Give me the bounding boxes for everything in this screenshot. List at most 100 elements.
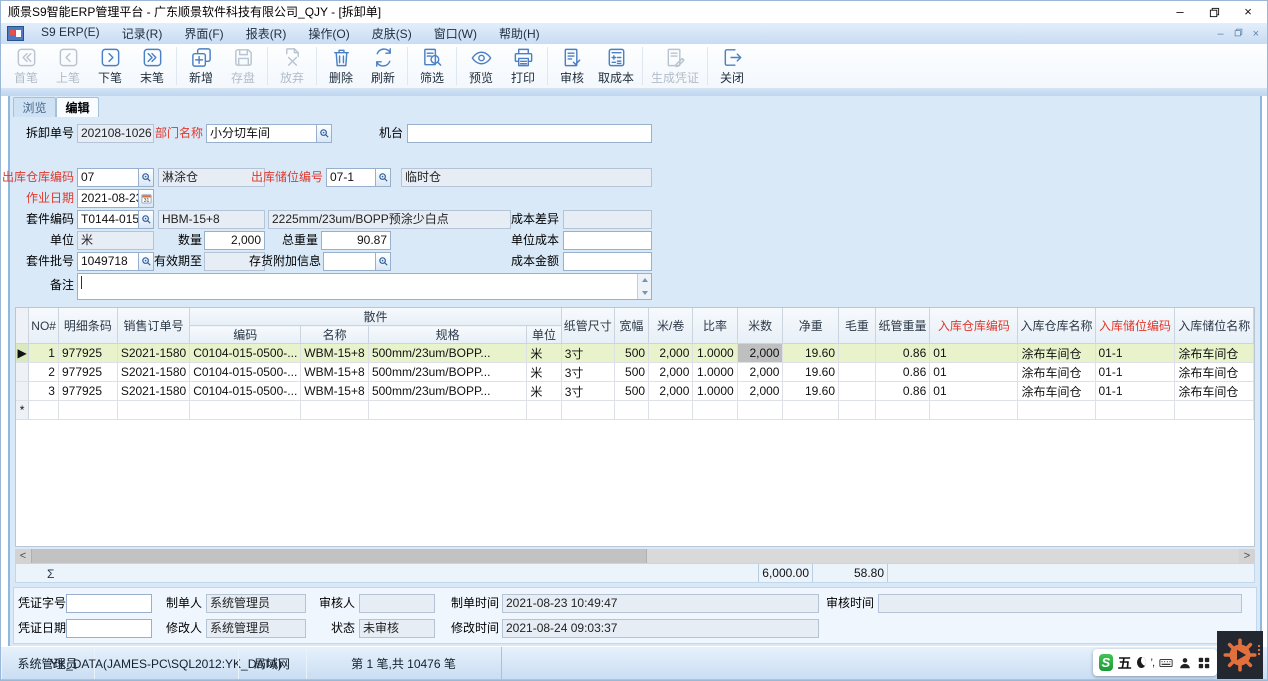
cell-meters[interactable]: 2,000 bbox=[737, 344, 783, 363]
toolbar-button-add[interactable]: 新增 bbox=[180, 45, 222, 87]
cell-ratio[interactable]: 1.0000 bbox=[693, 382, 737, 401]
menu-item[interactable]: 操作(O) bbox=[297, 25, 360, 42]
col-gross[interactable]: 毛重 bbox=[839, 308, 876, 344]
scroll-right-button[interactable]: > bbox=[1239, 549, 1255, 563]
toolbar-button-filter[interactable]: 筛选 bbox=[411, 45, 453, 87]
cell-empty[interactable] bbox=[737, 401, 783, 420]
cell-no[interactable]: 3 bbox=[29, 382, 59, 401]
cell-empty[interactable] bbox=[301, 401, 369, 420]
total-weight-field[interactable]: 90.87 bbox=[321, 231, 391, 250]
scrollbar-thumb[interactable] bbox=[31, 549, 647, 563]
dept-combo[interactable]: 小分切车间 bbox=[206, 124, 332, 143]
close-button[interactable]: × bbox=[1231, 1, 1265, 23]
remark-scrollbar[interactable] bbox=[637, 274, 651, 299]
cell-gross[interactable] bbox=[839, 382, 876, 401]
menu-item[interactable]: S9 ERP(E) bbox=[30, 25, 111, 42]
toolbar-button-audit[interactable]: 审核 bbox=[551, 45, 593, 87]
voucher-date-field[interactable] bbox=[66, 619, 152, 638]
cell-tube[interactable]: 3寸 bbox=[561, 344, 614, 363]
table-row[interactable]: 2977925S2021-1580C0104-015-0500-...WBM-1… bbox=[16, 363, 1254, 382]
col-in_wh_code[interactable]: 入库仓库编码 bbox=[930, 308, 1018, 344]
mdi-close-button[interactable]: × bbox=[1253, 28, 1259, 40]
cell-in_loc_name[interactable]: 涂布车间仓 bbox=[1175, 363, 1254, 382]
cell-unit[interactable]: 米 bbox=[527, 363, 561, 382]
cell-in_wh_code[interactable]: 01 bbox=[930, 382, 1018, 401]
col-width[interactable]: 宽幅 bbox=[614, 308, 648, 344]
kit-batch-field[interactable]: 1049718 bbox=[77, 252, 154, 271]
menu-item[interactable]: 窗口(W) bbox=[423, 25, 488, 42]
dept-lookup-button[interactable] bbox=[316, 125, 331, 142]
cell-empty[interactable] bbox=[190, 401, 301, 420]
menu-item[interactable]: 界面(F) bbox=[173, 25, 234, 42]
menu-item[interactable]: 记录(R) bbox=[111, 25, 174, 42]
kit-batch-lookup-button[interactable] bbox=[138, 253, 153, 270]
cell-order[interactable]: S2021-1580 bbox=[117, 344, 189, 363]
toolbar-button-refresh[interactable]: 刷新 bbox=[362, 45, 404, 87]
qty-field[interactable]: 2,000 bbox=[204, 231, 265, 250]
cell-meters[interactable]: 2,000 bbox=[737, 363, 783, 382]
cell-tube_w[interactable]: 0.86 bbox=[875, 344, 929, 363]
cell-empty[interactable] bbox=[839, 401, 876, 420]
cell-net[interactable]: 19.60 bbox=[783, 363, 839, 382]
mdi-restore-button[interactable] bbox=[1234, 28, 1243, 40]
cell-in_loc_code[interactable]: 01-1 bbox=[1095, 363, 1175, 382]
col-barcode[interactable]: 明细条码 bbox=[58, 308, 117, 344]
cell-in_wh_code[interactable]: 01 bbox=[930, 363, 1018, 382]
cell-barcode[interactable]: 977925 bbox=[58, 344, 117, 363]
col-tube_w[interactable]: 纸管重量 bbox=[875, 308, 929, 344]
tab-browse[interactable]: 浏览 bbox=[13, 97, 56, 117]
ime-punctuation-toggle[interactable]: ’, bbox=[1151, 657, 1155, 669]
cell-in_loc_code[interactable]: 01-1 bbox=[1095, 382, 1175, 401]
cell-tube_w[interactable]: 0.86 bbox=[875, 363, 929, 382]
cell-gross[interactable] bbox=[839, 363, 876, 382]
cell-empty[interactable] bbox=[1018, 401, 1095, 420]
title-bar[interactable]: 顺景S9智能ERP管理平台 - 广东顺景软件科技有限公司_QJY - [拆卸单]… bbox=[1, 1, 1267, 23]
cell-mpr[interactable]: 2,000 bbox=[649, 344, 693, 363]
toolbar-button-cost[interactable]: 取成本 bbox=[593, 45, 639, 87]
cell-net[interactable]: 19.60 bbox=[783, 382, 839, 401]
table-row[interactable]: 3977925S2021-1580C0104-015-0500-...WBM-1… bbox=[16, 382, 1254, 401]
cell-width[interactable]: 500 bbox=[614, 363, 648, 382]
kit-code-field[interactable]: T0144-015-2225 bbox=[77, 210, 154, 229]
machine-field[interactable] bbox=[407, 124, 652, 143]
cell-width[interactable]: 500 bbox=[614, 344, 648, 363]
cell-empty[interactable] bbox=[29, 401, 59, 420]
col-net[interactable]: 净重 bbox=[783, 308, 839, 344]
cell-empty[interactable] bbox=[875, 401, 929, 420]
cell-ratio[interactable]: 1.0000 bbox=[693, 344, 737, 363]
cell-tube[interactable]: 3寸 bbox=[561, 363, 614, 382]
cell-width[interactable]: 500 bbox=[614, 382, 648, 401]
voucher-no-field[interactable] bbox=[66, 594, 152, 613]
toolbox-icon[interactable] bbox=[1197, 656, 1211, 670]
col-name[interactable]: 名称 bbox=[301, 326, 369, 344]
cell-barcode[interactable]: 977925 bbox=[58, 382, 117, 401]
col-order[interactable]: 销售订单号 bbox=[117, 308, 189, 344]
cell-in_wh_code[interactable]: 01 bbox=[930, 344, 1018, 363]
ime-logo-icon[interactable]: S bbox=[1099, 654, 1113, 671]
ime-toolbar[interactable]: S 五 ’, bbox=[1093, 649, 1217, 676]
cell-tube_w[interactable]: 0.86 bbox=[875, 382, 929, 401]
cell-in_wh_name[interactable]: 涂布车间仓 bbox=[1018, 344, 1095, 363]
mdi-minimize-button[interactable]: – bbox=[1217, 28, 1223, 40]
toolbar-button-next[interactable]: 下笔 bbox=[89, 45, 131, 87]
col-meters[interactable]: 米数 bbox=[737, 308, 783, 344]
extra-info-lookup-button[interactable] bbox=[375, 253, 390, 270]
cell-code[interactable]: C0104-015-0500-... bbox=[190, 344, 301, 363]
remark-scroll-down-button[interactable] bbox=[638, 287, 651, 299]
cell-empty[interactable] bbox=[561, 401, 614, 420]
cell-empty[interactable] bbox=[368, 401, 526, 420]
work-date-calendar-button[interactable]: 31 bbox=[138, 190, 153, 207]
cell-name[interactable]: WBM-15+8 bbox=[301, 344, 369, 363]
cell-empty[interactable] bbox=[783, 401, 839, 420]
cell-spec[interactable]: 500mm/23um/BOPP... bbox=[368, 382, 526, 401]
cost-amount-field[interactable] bbox=[563, 252, 652, 271]
cell-ratio[interactable]: 1.0000 bbox=[693, 363, 737, 382]
cell-empty[interactable] bbox=[58, 401, 117, 420]
cell-code[interactable]: C0104-015-0500-... bbox=[190, 363, 301, 382]
cell-empty[interactable] bbox=[527, 401, 561, 420]
col-in_loc_name[interactable]: 入库储位名称 bbox=[1175, 308, 1254, 344]
toolbar-button-last[interactable]: 末笔 bbox=[131, 45, 173, 87]
cell-empty[interactable] bbox=[930, 401, 1018, 420]
remark-scroll-up-button[interactable] bbox=[638, 274, 651, 286]
grid-horizontal-scrollbar[interactable]: < > bbox=[15, 549, 1255, 563]
